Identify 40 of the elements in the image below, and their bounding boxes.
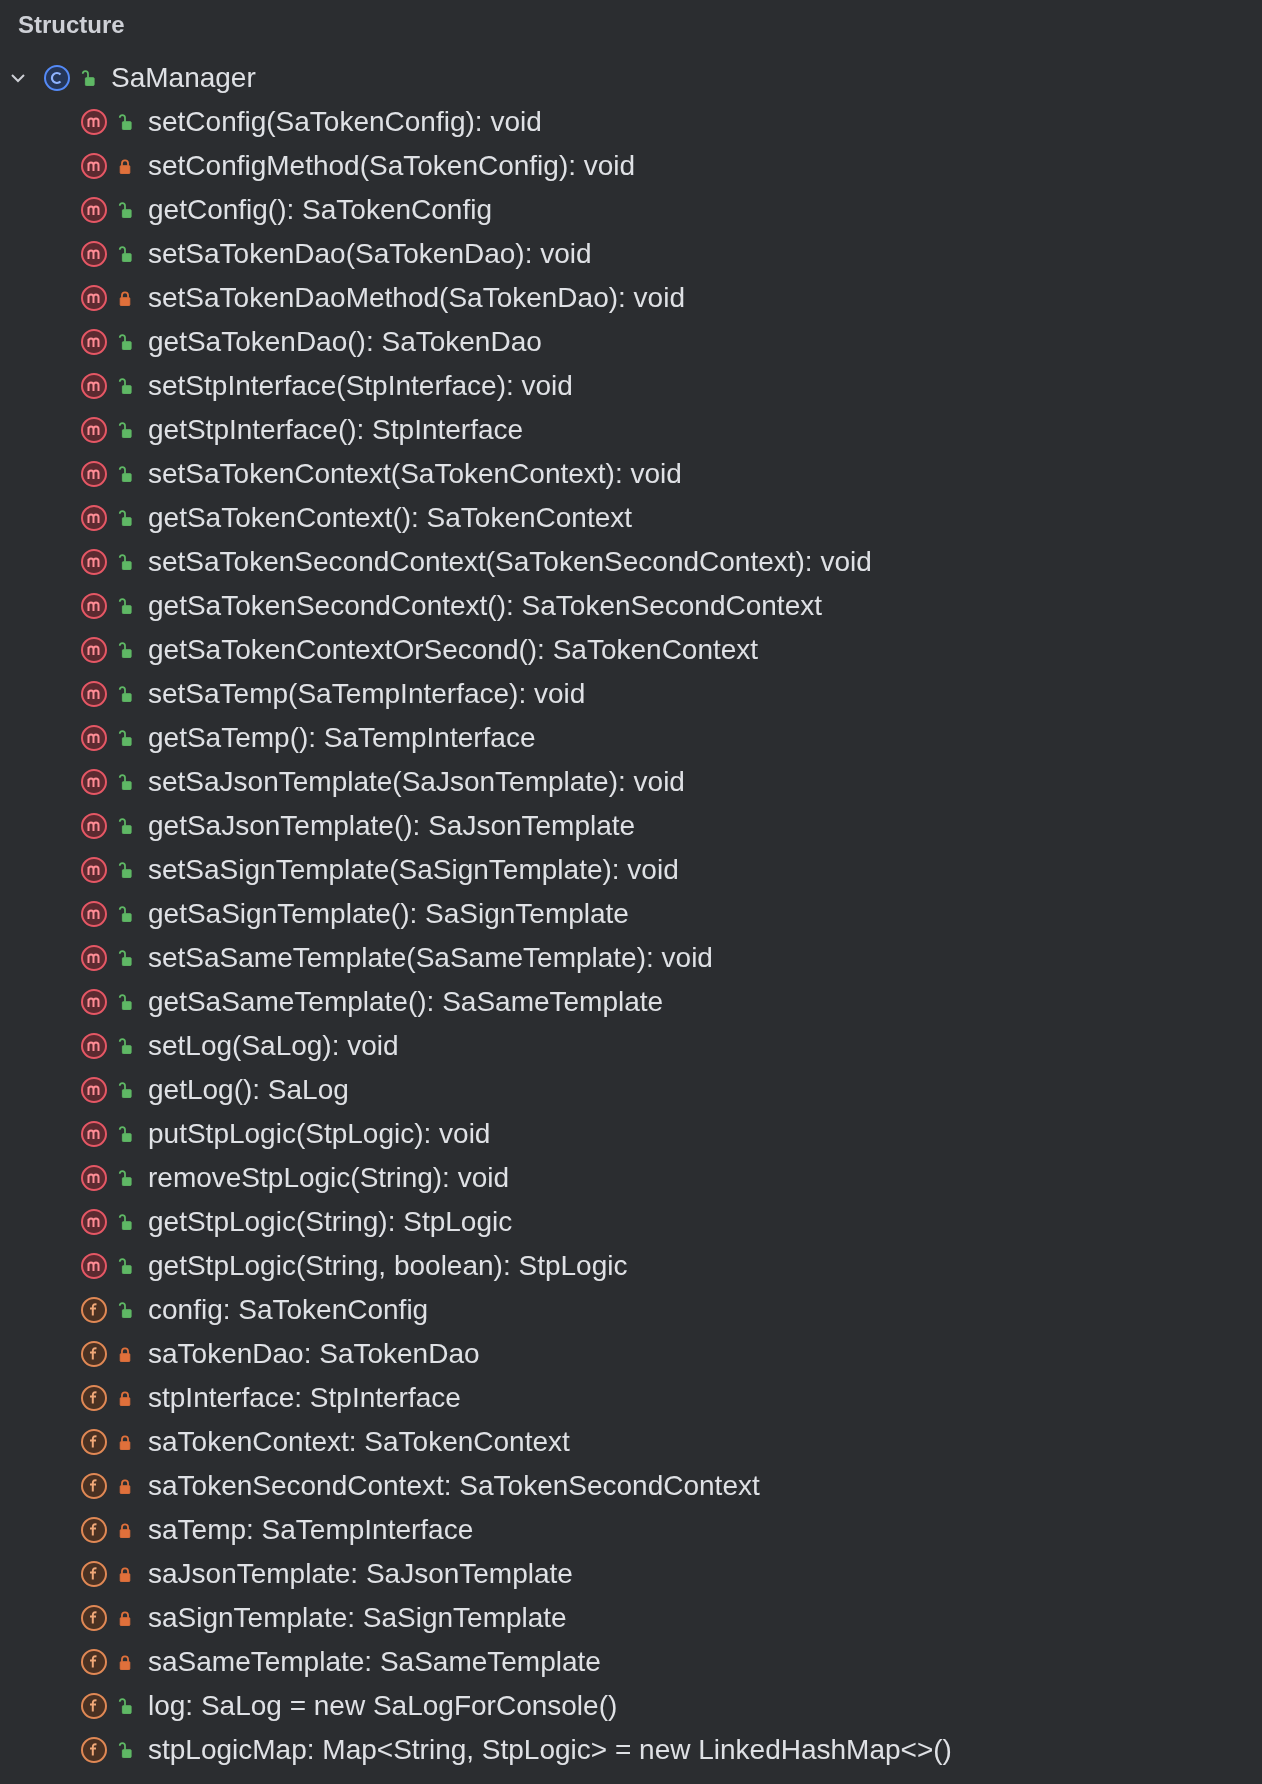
tree-item[interactable]: setConfig(SaTokenConfig): void bbox=[148, 107, 542, 137]
tree-item[interactable]: saSignTemplate: SaSignTemplate bbox=[148, 1603, 567, 1633]
tree-item[interactable]: setSaTokenDao(SaTokenDao): void bbox=[148, 239, 592, 269]
tree-item[interactable]: getSaTokenSecondContext(): SaTokenSecondContext bbox=[148, 591, 822, 621]
tree-item[interactable]: getSaSameTemplate(): SaSameTemplate bbox=[148, 987, 664, 1017]
tree-item[interactable]: setSaTokenDaoMethod(SaTokenDao): void bbox=[148, 283, 685, 313]
tree-item[interactable]: saTemp: SaTempInterface bbox=[148, 1515, 474, 1545]
tree-item[interactable]: stpInterface: StpInterface bbox=[148, 1383, 461, 1413]
tree-item[interactable]: setStpInterface(StpInterface): void bbox=[148, 371, 573, 401]
tree-item[interactable]: removeStpLogic(String): void bbox=[148, 1163, 510, 1193]
tree-item[interactable]: saJsonTemplate: SaJsonTemplate bbox=[148, 1559, 573, 1589]
tree-item[interactable]: putStpLogic(StpLogic): void bbox=[148, 1119, 491, 1149]
tree-item[interactable]: getSaTokenDao(): SaTokenDao bbox=[148, 327, 542, 357]
tree-item[interactable]: getLog(): SaLog bbox=[148, 1075, 349, 1105]
tree-item[interactable]: getSaJsonTemplate(): SaJsonTemplate bbox=[148, 811, 636, 841]
tree-item[interactable]: getStpInterface(): StpInterface bbox=[148, 415, 524, 445]
class-name[interactable]: SaManager bbox=[111, 63, 256, 93]
tree-item[interactable]: getSaSignTemplate(): SaSignTemplate bbox=[148, 899, 629, 929]
tree-item[interactable]: setSaTokenSecondContext(SaTokenSecondContext): void bbox=[148, 547, 872, 577]
tree-item[interactable]: setSaTokenContext(SaTokenContext): void bbox=[148, 459, 682, 489]
tree-item[interactable]: config: SaTokenConfig bbox=[148, 1295, 429, 1325]
tree-item[interactable]: saTokenContext: SaTokenContext bbox=[148, 1427, 570, 1457]
tree-item[interactable]: getSaTokenContext(): SaTokenContext bbox=[148, 503, 633, 533]
tree-item[interactable]: setSaSameTemplate(SaSameTemplate): void bbox=[148, 943, 713, 973]
tree-item[interactable]: getSaTokenContextOrSecond(): SaTokenContext bbox=[148, 635, 759, 665]
tree-item[interactable]: setLog(SaLog): void bbox=[148, 1031, 399, 1061]
tree-item[interactable]: saTokenSecondContext: SaTokenSecondContext bbox=[148, 1471, 760, 1501]
tree-item[interactable]: setSaJsonTemplate(SaJsonTemplate): void bbox=[148, 767, 685, 797]
tree-item[interactable]: getStpLogic(String, boolean): StpLogic bbox=[148, 1251, 628, 1281]
tree-item[interactable]: getConfig(): SaTokenConfig bbox=[148, 195, 492, 225]
tree-item[interactable]: setSaSignTemplate(SaSignTemplate): void bbox=[148, 855, 679, 885]
tree-item[interactable]: getSaTemp(): SaTempInterface bbox=[148, 723, 536, 753]
tree-item[interactable]: getStpLogic(String): StpLogic bbox=[148, 1207, 513, 1237]
tree-item[interactable]: stpLogicMap: Map<String, StpLogic> = new LinkedHashMap<>() bbox=[148, 1735, 952, 1765]
tree-item[interactable]: saSameTemplate: SaSameTemplate bbox=[148, 1647, 601, 1677]
tree-item[interactable]: saTokenDao: SaTokenDao bbox=[148, 1339, 480, 1369]
tree-item[interactable]: setConfigMethod(SaTokenConfig): void bbox=[148, 151, 636, 181]
tree-item[interactable]: log: SaLog = new SaLogForConsole() bbox=[148, 1691, 618, 1721]
panel-title: Structure bbox=[17, 10, 125, 40]
tree-item[interactable]: setSaTemp(SaTempInterface): void bbox=[148, 679, 586, 709]
